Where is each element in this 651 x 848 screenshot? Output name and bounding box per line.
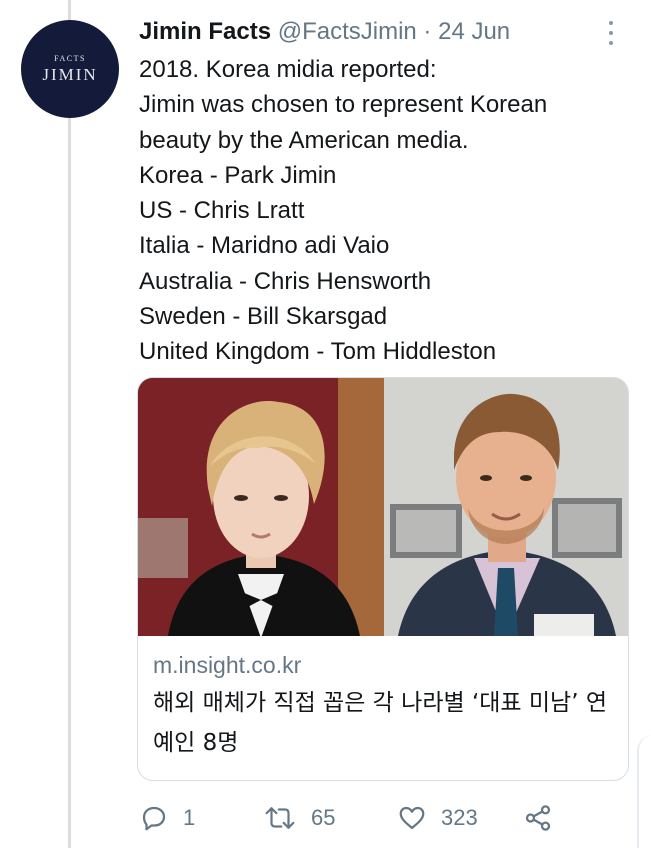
- card-photo-right: [384, 378, 628, 636]
- reply-count: 1: [183, 805, 196, 830]
- tweet-text-line: Sweden - Bill Skarsgad: [139, 303, 388, 331]
- card-photo-left: [138, 378, 384, 636]
- tweet-text-line: beauty by the American media.: [139, 126, 469, 154]
- thread-line: [68, 0, 71, 848]
- avatar[interactable]: FACTS JIMIN: [21, 20, 119, 118]
- retweet-icon: [263, 803, 297, 833]
- avatar-small-text: FACTS: [54, 53, 86, 63]
- portrait-left-illustration: [138, 378, 384, 636]
- retweet-button[interactable]: 65: [263, 798, 335, 838]
- share-icon: [523, 803, 553, 833]
- tweet-header: Jimin Facts @FactsJimin · 24 Jun: [139, 14, 609, 50]
- tweet-text-line: US - Chris Lratt: [139, 197, 305, 225]
- heart-icon: [397, 803, 427, 833]
- more-vertical-icon[interactable]: [604, 21, 618, 45]
- tweet-actions: 1 65 323: [139, 798, 619, 838]
- card-domain: m.insight.co.kr: [153, 652, 302, 678]
- tweet-text-line: Italia - Maridno adi Vaio: [139, 232, 390, 260]
- tweet-text-line: Korea - Park Jimin: [139, 161, 337, 189]
- adjacent-card-edge: [637, 735, 651, 848]
- tweet-text-line: United Kingdom - Tom Hiddleston: [139, 338, 497, 366]
- card-images: [138, 378, 628, 636]
- portrait-right-illustration: [384, 378, 628, 636]
- header-separator: ·: [416, 18, 439, 45]
- tweet-text-line: Australia - Chris Hensworth: [139, 267, 432, 295]
- share-button[interactable]: [523, 798, 553, 838]
- tweet-date[interactable]: 24 Jun: [438, 18, 510, 45]
- retweet-count: 65: [311, 805, 336, 830]
- reply-button[interactable]: 1: [139, 798, 195, 838]
- like-button[interactable]: 323: [397, 798, 478, 838]
- link-card[interactable]: m.insight.co.kr 해외 매체가 직접 꼽은 각 나라별 ‘대표 미…: [137, 377, 629, 781]
- reply-icon: [139, 803, 169, 833]
- card-title: 해외 매체가 직접 꼽은 각 나라별 ‘대표 미남’ 연예인 8명: [153, 690, 607, 756]
- avatar-big-text: JIMIN: [42, 64, 98, 84]
- author-name[interactable]: Jimin Facts: [139, 18, 271, 45]
- tweet-text-line: Jimin was chosen to represent Korean: [139, 91, 548, 119]
- tweet-text-line: 2018. Korea midia reported:: [139, 56, 437, 83]
- tweet-text: 2018. Korea midia reported: Jimin was ch…: [139, 52, 634, 370]
- like-count: 323: [441, 805, 478, 830]
- author-handle[interactable]: @FactsJimin: [278, 18, 417, 45]
